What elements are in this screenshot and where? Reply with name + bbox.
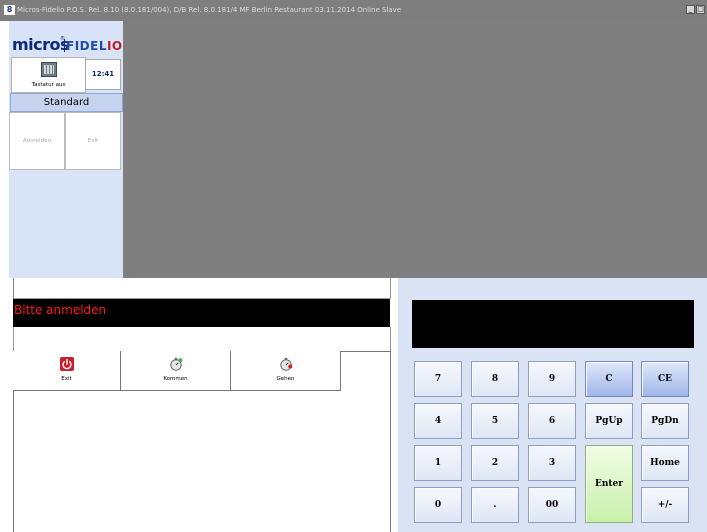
- micros-fidelio-logo: micros ® FIDELIO: [12, 35, 123, 54]
- numeric-display: [412, 300, 694, 348]
- key-0[interactable]: 0: [414, 487, 462, 523]
- tab-gehen[interactable]: Gehen: [231, 351, 341, 391]
- tab-gehen-label: Gehen: [276, 376, 295, 382]
- tab-kommen-label: Kommen: [163, 376, 188, 382]
- key-enter[interactable]: Enter: [585, 445, 633, 523]
- action-tabs: Exit Kommen Gehen: [13, 351, 391, 391]
- keyboard-toggle-label: Tastatur aus: [31, 82, 66, 88]
- keyboard-toggle-button[interactable]: Tastatur aus: [11, 57, 86, 93]
- pos-window: 8 Micros-Fidelio P.O.S. Rel. 8.10 (8.0.1…: [0, 0, 707, 532]
- key-3[interactable]: 3: [528, 445, 576, 481]
- main-workspace: [123, 21, 707, 278]
- category-standard[interactable]: Standard: [10, 93, 123, 112]
- minimize-button[interactable]: _: [686, 5, 695, 14]
- key-4[interactable]: 4: [414, 403, 462, 439]
- key-plus-minus[interactable]: +/-: [641, 487, 689, 523]
- key-decimal[interactable]: .: [471, 487, 519, 523]
- keyboard-icon: [41, 62, 57, 77]
- key-page-up[interactable]: PgUp: [585, 403, 633, 439]
- tab-exit-label: Exit: [61, 376, 72, 382]
- key-8[interactable]: 8: [471, 361, 519, 397]
- key-7[interactable]: 7: [414, 361, 462, 397]
- key-1[interactable]: 1: [414, 445, 462, 481]
- power-icon: [59, 357, 74, 371]
- exit-sidebar-button[interactable]: Exit: [65, 112, 121, 170]
- window-title: Micros-Fidelio P.O.S. Rel. 8.10 (8.0.181…: [17, 6, 402, 14]
- key-double-zero[interactable]: 00: [528, 487, 576, 523]
- numeric-keypad-panel: 7 8 9 C CE 4 5 6 PgUp PgDn 1 2 3 Enter H…: [398, 278, 707, 532]
- key-9[interactable]: 9: [528, 361, 576, 397]
- key-clear-entry[interactable]: CE: [641, 361, 689, 397]
- clock-display: 12:41: [85, 59, 121, 90]
- login-button[interactable]: Anmelden: [9, 112, 65, 170]
- key-5[interactable]: 5: [471, 403, 519, 439]
- status-message: Bitte anmelden: [13, 299, 390, 327]
- restore-button[interactable]: □: [696, 5, 705, 14]
- app-icon: 8: [4, 5, 15, 15]
- tab-kommen[interactable]: Kommen: [121, 351, 231, 391]
- key-page-down[interactable]: PgDn: [641, 403, 689, 439]
- title-bar[interactable]: 8 Micros-Fidelio P.O.S. Rel. 8.10 (8.0.1…: [0, 0, 707, 21]
- login-area: Bitte anmelden Exit Kommen Gehen: [0, 278, 398, 532]
- key-home[interactable]: Home: [641, 445, 689, 481]
- window-controls: _ □: [686, 5, 705, 14]
- key-clear[interactable]: C: [585, 361, 633, 397]
- sidebar: micros ® FIDELIO Tastatur aus 12:41 Stan…: [9, 21, 123, 278]
- stopwatch-icon: [169, 357, 182, 371]
- key-2[interactable]: 2: [471, 445, 519, 481]
- key-6[interactable]: 6: [528, 403, 576, 439]
- tab-exit[interactable]: Exit: [13, 351, 121, 391]
- stopwatch-stop-icon: [279, 357, 292, 371]
